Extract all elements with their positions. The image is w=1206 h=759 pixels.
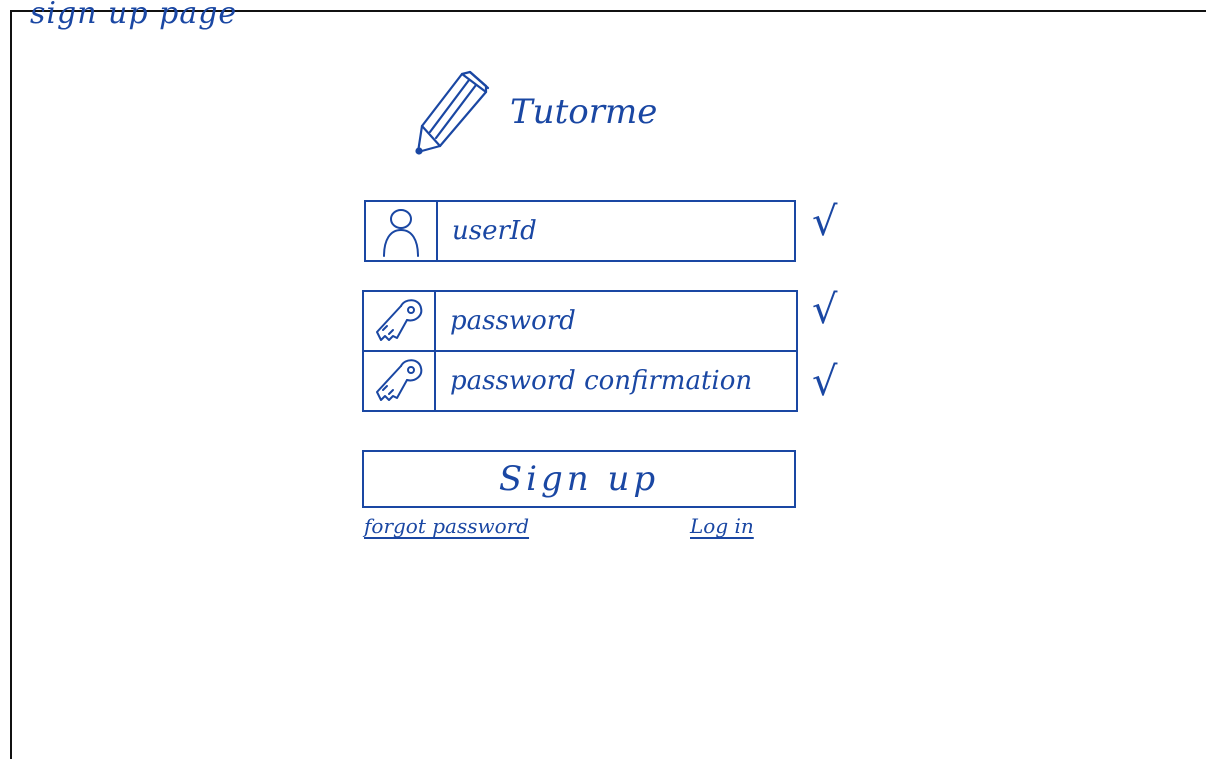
userid-icon-cell (366, 202, 438, 260)
userid-field[interactable] (364, 200, 796, 262)
password-confirmation-input[interactable] (436, 352, 796, 410)
pencil-icon (415, 70, 490, 155)
forgot-password-link[interactable]: forgot password (364, 514, 529, 538)
password-icon-cell (364, 292, 436, 350)
password-confirmation-field[interactable] (362, 350, 798, 412)
password-input[interactable] (436, 292, 796, 350)
password-valid-check: √ (812, 287, 838, 333)
brand-name: Tutorme (510, 92, 658, 132)
sign-up-button[interactable]: Sign up (362, 450, 796, 508)
user-icon (383, 209, 419, 257)
userid-input[interactable] (438, 202, 794, 260)
brand-logo: Tutorme (414, 68, 674, 160)
login-link[interactable]: Log in (690, 514, 754, 538)
key-icon (376, 299, 423, 341)
password-confirmation-icon-cell (364, 352, 436, 410)
userid-valid-check: √ (812, 199, 838, 245)
page-caption: sign up page (30, 0, 238, 31)
password-field[interactable] (362, 290, 798, 352)
password-confirmation-valid-check: √ (812, 359, 838, 405)
key-icon (376, 359, 423, 401)
